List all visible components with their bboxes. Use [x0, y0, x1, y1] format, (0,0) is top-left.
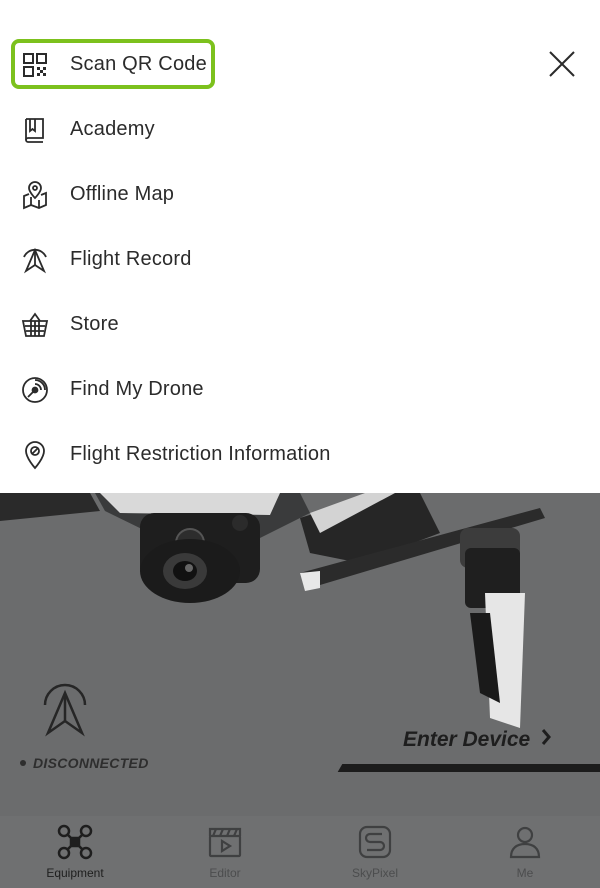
radar-icon: [20, 375, 50, 405]
menu-item-academy[interactable]: Academy: [0, 97, 520, 162]
menu-item-store[interactable]: Store: [0, 292, 520, 357]
drone-icon: [57, 824, 93, 860]
menu-item-label: Store: [70, 313, 119, 335]
menu-item-label: Flight Restriction Information: [70, 443, 331, 465]
side-menu: Scan QR Code Academy Offline Map Flight …: [0, 0, 600, 493]
menu-item-find-my-drone[interactable]: Find My Drone: [0, 357, 520, 422]
nav-label: Editor: [209, 866, 241, 880]
menu-item-flight-record[interactable]: Flight Record: [0, 227, 520, 292]
nav-tab-equipment[interactable]: Equipment: [0, 816, 150, 888]
close-icon: [549, 51, 575, 77]
nav-tab-skypixel[interactable]: SkyPixel: [300, 816, 450, 888]
nav-label: Equipment: [46, 866, 104, 880]
enter-device-label: Enter Device: [403, 728, 531, 751]
menu-item-label: Scan QR Code: [70, 53, 207, 75]
menu-item-label: Flight Record: [70, 248, 192, 270]
menu-item-label: Academy: [70, 118, 155, 140]
menu-item-flight-restriction-information[interactable]: Flight Restriction Information: [0, 422, 520, 487]
nav-tab-editor[interactable]: Editor: [150, 816, 300, 888]
book-icon: [20, 115, 50, 145]
enter-device-underline: [337, 764, 600, 772]
nav-label: Me: [516, 866, 534, 880]
nav-label: SkyPixel: [351, 866, 398, 880]
chevron-right-icon: [540, 728, 552, 752]
nav-tab-me[interactable]: Me: [450, 816, 600, 888]
menu-item-label: Offline Map: [70, 183, 175, 205]
connection-status: DISCONNECTED: [20, 755, 149, 771]
person-icon: [507, 824, 543, 860]
enter-device-button[interactable]: Enter Device: [403, 728, 552, 752]
flight-record-icon: [20, 245, 50, 275]
basket-icon: [20, 310, 50, 340]
device-hero: DISCONNECTED Enter Device: [0, 493, 600, 816]
close-button[interactable]: [544, 46, 580, 82]
restriction-pin-icon: [20, 440, 50, 470]
bottom-navigation: Equipment Editor SkyPixel Me: [0, 816, 600, 888]
menu-item-scan-qr-code[interactable]: Scan QR Code: [0, 32, 520, 97]
qr-code-icon: [20, 50, 50, 80]
status-text: DISCONNECTED: [33, 755, 149, 771]
status-dot: [20, 760, 26, 766]
map-pin-icon: [20, 180, 50, 210]
skypixel-icon: [357, 824, 393, 860]
menu-item-offline-map[interactable]: Offline Map: [0, 162, 520, 227]
clapperboard-icon: [207, 824, 243, 860]
menu-item-label: Find My Drone: [70, 378, 204, 400]
aircraft-signal-icon: [40, 683, 90, 743]
